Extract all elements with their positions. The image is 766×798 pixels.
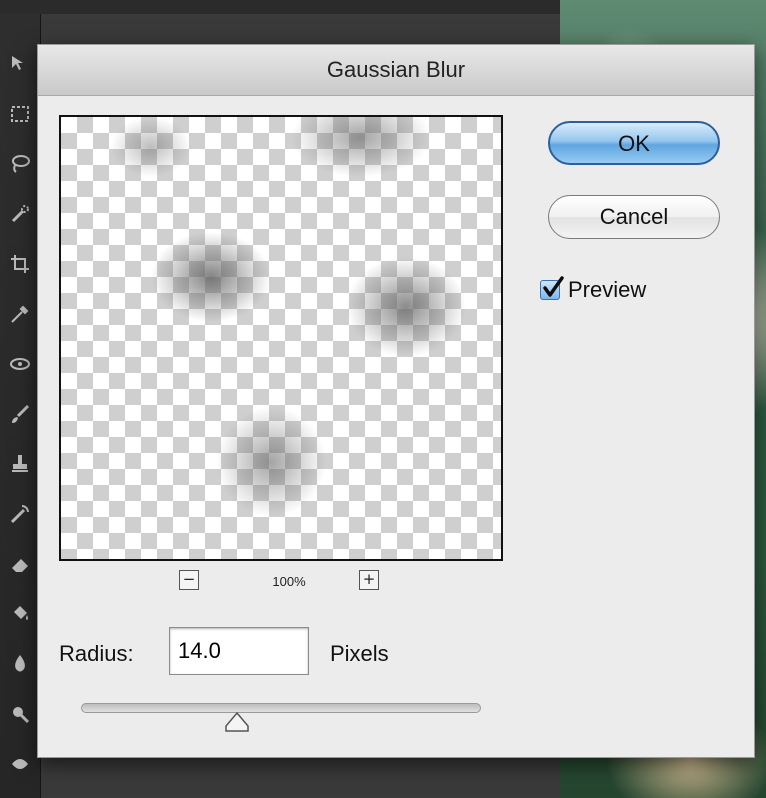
cancel-button[interactable]: Cancel: [548, 195, 720, 239]
paint-bucket-icon[interactable]: [4, 598, 36, 630]
ok-button[interactable]: OK: [548, 121, 720, 165]
history-brush-icon[interactable]: [4, 498, 36, 530]
zoom-controls: − 100% +: [59, 570, 503, 594]
radius-slider[interactable]: [81, 703, 481, 713]
zoom-in-button[interactable]: +: [359, 570, 379, 590]
zoom-out-icon: −: [182, 570, 196, 588]
zoom-out-button[interactable]: −: [179, 570, 199, 590]
radius-units-label: Pixels: [330, 641, 389, 666]
eraser-icon[interactable]: [4, 548, 36, 580]
quick-selection-icon[interactable]: [4, 198, 36, 230]
gaussian-blur-dialog: Gaussian Blur − 100% + Radius: 14.0 Pixe…: [37, 44, 755, 758]
move-icon[interactable]: [4, 48, 36, 80]
zoom-level: 100%: [272, 574, 306, 589]
checkmark-icon: [543, 276, 564, 297]
eyedropper-icon[interactable]: [4, 298, 36, 330]
radius-slider-thumb[interactable]: [223, 711, 251, 733]
marquee-icon[interactable]: [4, 98, 36, 130]
blur-tool-icon[interactable]: [4, 648, 36, 680]
zoom-in-icon: +: [362, 570, 376, 588]
pen-icon[interactable]: [4, 748, 36, 780]
radius-input[interactable]: 14.0: [169, 627, 309, 675]
crop-icon[interactable]: [4, 248, 36, 280]
dodge-icon[interactable]: [4, 698, 36, 730]
spot-healing-icon[interactable]: [4, 348, 36, 380]
radius-label: Radius:: [59, 641, 134, 666]
preview-checkbox[interactable]: [540, 276, 564, 300]
lasso-icon[interactable]: [4, 148, 36, 180]
tools-panel: [0, 14, 41, 798]
filter-preview-pane[interactable]: [59, 115, 503, 561]
dialog-title: Gaussian Blur: [326, 57, 466, 82]
preview-option: Preview: [540, 276, 647, 303]
clone-stamp-icon[interactable]: [4, 448, 36, 480]
brush-icon[interactable]: [4, 398, 36, 430]
dialog-titlebar[interactable]: Gaussian Blur: [38, 45, 754, 96]
preview-label: Preview: [568, 277, 647, 302]
